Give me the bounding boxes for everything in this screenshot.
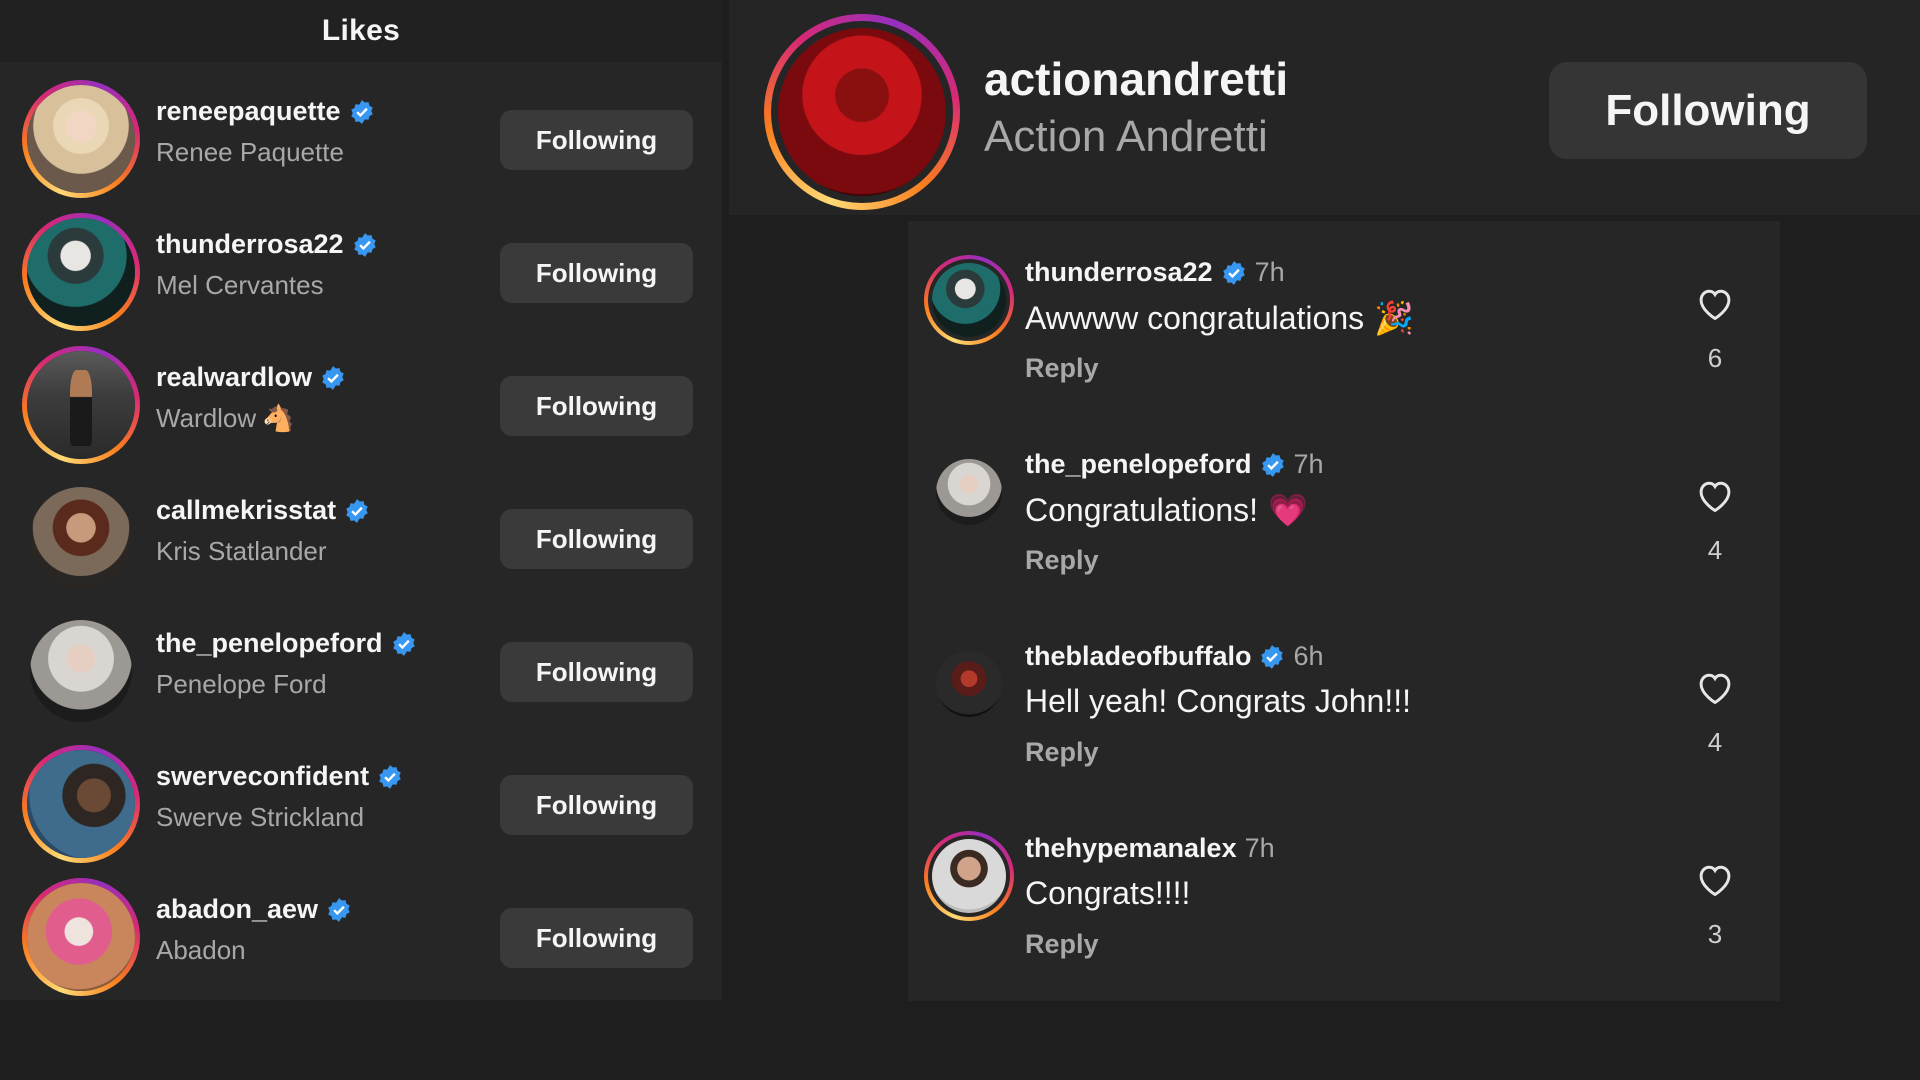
verified-badge-icon	[1222, 260, 1245, 285]
username[interactable]: realwardlow	[156, 362, 312, 393]
comment-username[interactable]: thunderrosa22	[1025, 257, 1213, 288]
comment-like-count: 4	[1707, 535, 1723, 565]
like-row-reneepaquette[interactable]: reneepaquette Renee Paquette Following	[0, 60, 722, 198]
comments-panel: thunderrosa22 7h Awwww congratulations 🎉…	[908, 221, 1780, 1001]
profile-username: actionandretti	[984, 53, 1289, 105]
real-name: Mel Cervantes	[156, 270, 324, 300]
comment-time: 7h	[1244, 833, 1275, 863]
likes-title: Likes	[321, 14, 401, 47]
comment-text: Hell yeah! Congrats John!!!	[1025, 683, 1411, 719]
following-button[interactable]: Following	[500, 243, 693, 303]
likes-panel: Likes reneepaquette Renee Paquette Follo…	[0, 0, 722, 1000]
verified-badge-icon	[379, 764, 401, 789]
verified-badge-icon	[1261, 644, 1284, 669]
reply-link[interactable]: Reply	[1025, 353, 1099, 384]
comment: thebladeofbuffalo 6h Hell yeah! Congrats…	[908, 609, 1780, 799]
likes-header: Likes	[0, 0, 722, 62]
avatar[interactable]	[22, 878, 140, 996]
like-row-swerveconfident[interactable]: swerveconfident Swerve Strickland Follow…	[0, 725, 722, 863]
heart-outline-icon[interactable]	[1695, 669, 1735, 705]
avatar[interactable]	[22, 80, 140, 198]
username[interactable]: swerveconfident	[156, 761, 369, 792]
like-row-thunderrosa22[interactable]: thunderrosa22 Mel Cervantes Following	[0, 193, 722, 331]
verified-badge-icon	[353, 232, 376, 257]
following-button[interactable]: Following	[500, 509, 693, 569]
username[interactable]: the_penelopeford	[156, 628, 383, 659]
pink-heart-emoji: 💗	[1268, 492, 1308, 528]
avatar[interactable]	[22, 346, 140, 464]
reply-link[interactable]: Reply	[1025, 929, 1099, 960]
comment-time: 7h	[1293, 449, 1324, 479]
following-button[interactable]: Following	[500, 642, 693, 702]
verified-badge-icon	[350, 99, 373, 124]
comment-avatar[interactable]	[924, 831, 1014, 921]
verified-badge-icon	[392, 631, 415, 656]
username[interactable]: reneepaquette	[156, 96, 341, 127]
like-row-realwardlow[interactable]: realwardlow Wardlow 🐴 Following	[0, 326, 722, 464]
comment-like-count: 4	[1707, 727, 1723, 757]
avatar[interactable]	[22, 612, 140, 730]
heart-outline-icon[interactable]	[1695, 477, 1735, 513]
following-button[interactable]: Following	[500, 376, 693, 436]
following-button[interactable]: Following	[500, 110, 693, 170]
username[interactable]: abadon_aew	[156, 894, 318, 925]
comment-username[interactable]: the_penelopeford	[1025, 449, 1252, 480]
profile-following-button[interactable]: Following	[1549, 62, 1867, 159]
username[interactable]: thunderrosa22	[156, 229, 344, 260]
verified-badge-icon	[322, 365, 344, 390]
horse-emoji: 🐴	[262, 403, 295, 433]
profile-header: actionandretti Action Andretti Following	[729, 0, 1920, 215]
heart-outline-icon[interactable]	[1695, 861, 1735, 897]
comment-text: Awwww congratulations	[1025, 299, 1365, 336]
like-row-abadon-aew[interactable]: abadon_aew Abadon Following	[0, 858, 722, 996]
comment: thunderrosa22 7h Awwww congratulations 🎉…	[908, 225, 1780, 415]
comment-time: 7h	[1254, 257, 1285, 287]
comment: the_penelopeford 7h Congratulations! 💗 R…	[908, 417, 1780, 607]
comment-text: Congratulations!	[1025, 491, 1259, 528]
following-button[interactable]: Following	[500, 775, 693, 835]
comment: thehypemanalex 7h Congrats!!!! Reply 3	[908, 801, 1780, 991]
real-name: Wardlow	[156, 403, 257, 433]
like-row-the-penelopeford[interactable]: the_penelopeford Penelope Ford Following	[0, 592, 722, 725]
avatar[interactable]	[22, 479, 140, 597]
real-name: Kris Statlander	[156, 536, 327, 566]
reply-link[interactable]: Reply	[1025, 737, 1099, 768]
avatar[interactable]	[22, 745, 140, 863]
comment-avatar[interactable]	[924, 255, 1014, 345]
comment-avatar[interactable]	[924, 447, 1014, 537]
real-name: Abadon	[156, 935, 246, 965]
avatar[interactable]	[22, 213, 140, 331]
profile-display-name: Action Andretti	[984, 112, 1268, 161]
comment-username[interactable]: thebladeofbuffalo	[1025, 641, 1251, 672]
comment-text: Congrats!!!!	[1025, 875, 1191, 911]
party-popper-emoji: 🎉	[1374, 300, 1414, 336]
profile-avatar[interactable]	[764, 14, 960, 210]
comment-like-count: 6	[1707, 343, 1723, 373]
heart-outline-icon[interactable]	[1695, 285, 1735, 321]
comment-avatar[interactable]	[924, 639, 1014, 729]
real-name: Swerve Strickland	[156, 802, 365, 832]
comment-time: 6h	[1293, 641, 1324, 671]
real-name: Penelope Ford	[156, 669, 327, 699]
verified-badge-icon	[328, 897, 350, 922]
verified-badge-icon	[1261, 452, 1284, 477]
username[interactable]: callmekrisstat	[156, 495, 336, 526]
comment-username[interactable]: thehypemanalex	[1025, 833, 1237, 864]
like-row-callmekrisstat[interactable]: callmekrisstat Kris Statlander Following	[0, 459, 722, 592]
real-name: Renee Paquette	[156, 137, 344, 167]
verified-badge-icon	[346, 498, 368, 523]
reply-link[interactable]: Reply	[1025, 545, 1099, 576]
following-button[interactable]: Following	[500, 908, 693, 968]
comment-like-count: 3	[1707, 919, 1723, 949]
